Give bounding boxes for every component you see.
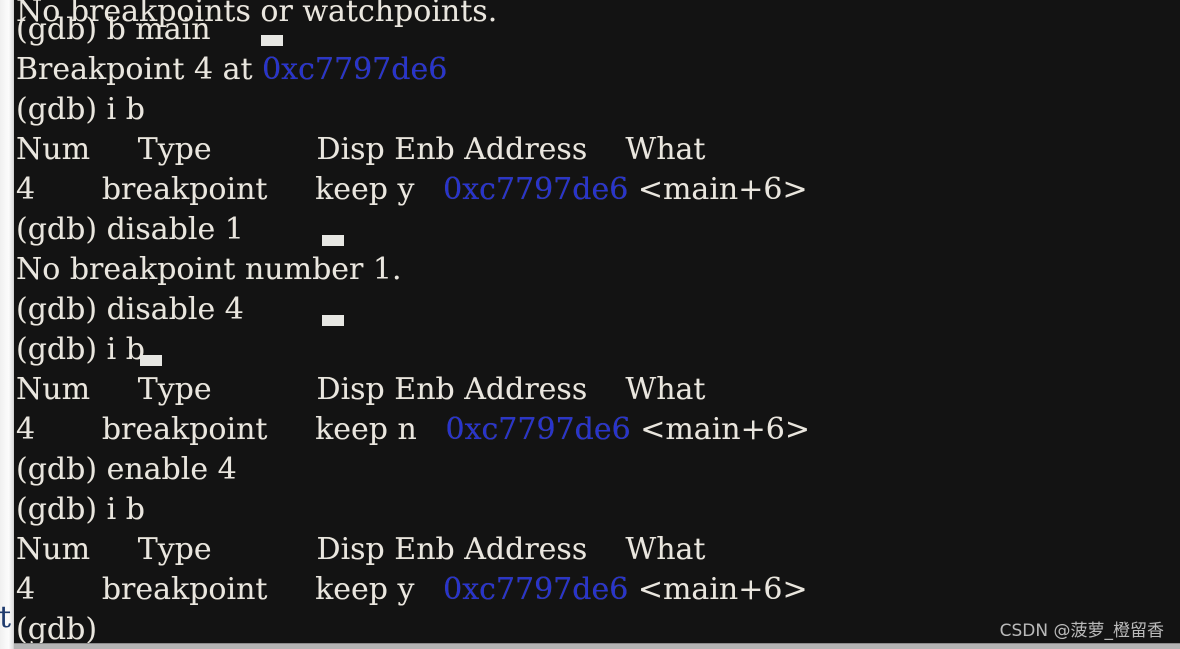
csdn-watermark: CSDN @菠萝_橙留香 xyxy=(999,621,1164,641)
breakpoint-table-header: Num Type Disp Enb Address What xyxy=(16,532,706,567)
gdb-prompt: (gdb) xyxy=(16,92,107,127)
line-text-after-address: <main+6> xyxy=(628,572,808,607)
gdb-prompt: (gdb) xyxy=(16,292,107,327)
line-text-before-address: Breakpoint 4 at xyxy=(16,52,263,87)
screenshot-root: t No breakpoints or watchpoints. (gdb) b … xyxy=(0,0,1180,649)
terminal-bottom-border xyxy=(14,643,1180,649)
gdb-prompt: (gdb) xyxy=(16,12,107,47)
breakpoint-address: 0xc7797de6 xyxy=(443,572,629,607)
gdb-command: enable 4 xyxy=(106,452,237,487)
terminal-cursor-block xyxy=(321,235,344,246)
terminal-line: (gdb) disable 4 xyxy=(16,290,244,330)
gdb-prompt: (gdb) xyxy=(16,452,107,487)
terminal-line: Num Type Disp Enb Address What xyxy=(16,130,705,170)
terminal-line: No breakpoint number 1. xyxy=(16,250,402,290)
terminal-line: (gdb) b main xyxy=(16,10,211,50)
line-text-before-address: 4 breakpoint keep y xyxy=(16,172,444,207)
gdb-prompt: (gdb) xyxy=(16,332,107,367)
terminal-cursor-block xyxy=(139,355,162,366)
gdb-command: disable 4 xyxy=(106,292,244,327)
left-gutter: t xyxy=(0,0,14,649)
terminal-cursor-block xyxy=(321,315,344,326)
terminal-line: Breakpoint 4 at 0xc7797de6 xyxy=(16,50,447,90)
line-text-after-address: <main+6> xyxy=(628,172,808,207)
gutter-stray-glyph: t xyxy=(0,600,12,635)
terminal-line: Num Type Disp Enb Address What xyxy=(16,530,705,570)
breakpoint-address: 0xc7797de6 xyxy=(443,172,629,207)
breakpoint-table-header: Num Type Disp Enb Address What xyxy=(16,132,706,167)
gdb-prompt: (gdb) xyxy=(16,492,107,527)
terminal-line: (gdb) enable 4 xyxy=(16,450,237,490)
terminal-line: Num Type Disp Enb Address What xyxy=(16,370,705,410)
line-text-before-address: 4 breakpoint keep n xyxy=(16,412,446,447)
gdb-command: b main xyxy=(106,12,211,47)
gdb-command: i b xyxy=(106,492,145,527)
gdb-terminal-output[interactable]: No breakpoints or watchpoints. (gdb) b ma… xyxy=(14,0,1180,643)
gdb-command: i b xyxy=(106,92,145,127)
terminal-line: (gdb) i b xyxy=(16,90,145,130)
terminal-line: 4 breakpoint keep y 0xc7797de6 <main+6> xyxy=(16,170,808,210)
breakpoint-address: 0xc7797de6 xyxy=(262,52,448,87)
gdb-prompt: (gdb) xyxy=(16,212,107,247)
terminal-line: 4 breakpoint keep y 0xc7797de6 <main+6> xyxy=(16,570,808,610)
terminal-line: (gdb) i b xyxy=(16,330,145,370)
terminal-line: (gdb) disable 1 xyxy=(16,210,244,250)
terminal-line: 4 breakpoint keep n 0xc7797de6 <main+6> xyxy=(16,410,810,450)
breakpoint-table-header: Num Type Disp Enb Address What xyxy=(16,372,706,407)
terminal-cursor-block xyxy=(261,35,283,46)
terminal-line: (gdb) xyxy=(16,610,107,643)
line-text-before-address: 4 breakpoint keep y xyxy=(16,572,444,607)
gdb-command: disable 1 xyxy=(106,212,244,247)
gdb-prompt: (gdb) xyxy=(16,612,107,643)
breakpoint-address: 0xc7797de6 xyxy=(445,412,631,447)
line-text-after-address: <main+6> xyxy=(630,412,810,447)
terminal-line: (gdb) i b xyxy=(16,490,145,530)
terminal-output-text: No breakpoint number 1. xyxy=(16,252,402,287)
